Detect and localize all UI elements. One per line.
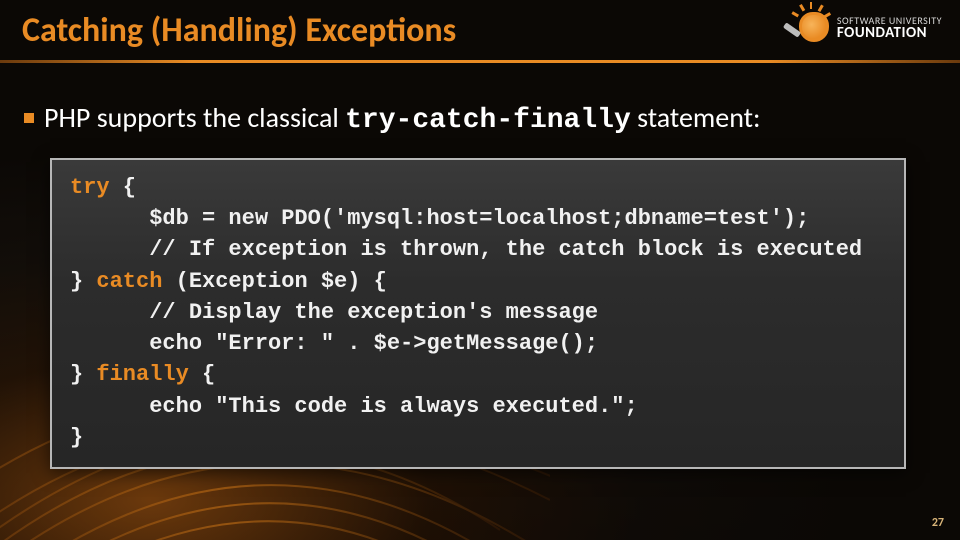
bullet-line: PHP supports the classical try-catch-fin… [24, 100, 936, 136]
slide: Catching (Handling) Exceptions SOFTWARE … [0, 0, 960, 540]
lightbulb-icon [789, 6, 829, 50]
kw-finally: finally [96, 362, 188, 387]
kw-catch: catch [96, 269, 162, 294]
page-number: 27 [932, 516, 944, 530]
kw-try: try [70, 175, 110, 200]
code-content: try { $db = new PDO('mysql:host=localhos… [70, 172, 886, 453]
bullet-code: try-catch-finally [345, 105, 631, 136]
logo-line2: FOUNDATION [837, 26, 942, 41]
code-block: try { $db = new PDO('mysql:host=localhos… [50, 158, 906, 469]
slide-title: Catching (Handling) Exceptions [22, 10, 456, 51]
bullet-square-icon [24, 113, 34, 123]
title-underline [0, 60, 960, 63]
bullet-prefix: PHP supports the classical [44, 100, 345, 135]
bullet-suffix: statement: [631, 100, 761, 135]
brand-logo: SOFTWARE UNIVERSITY FOUNDATION [789, 6, 942, 50]
